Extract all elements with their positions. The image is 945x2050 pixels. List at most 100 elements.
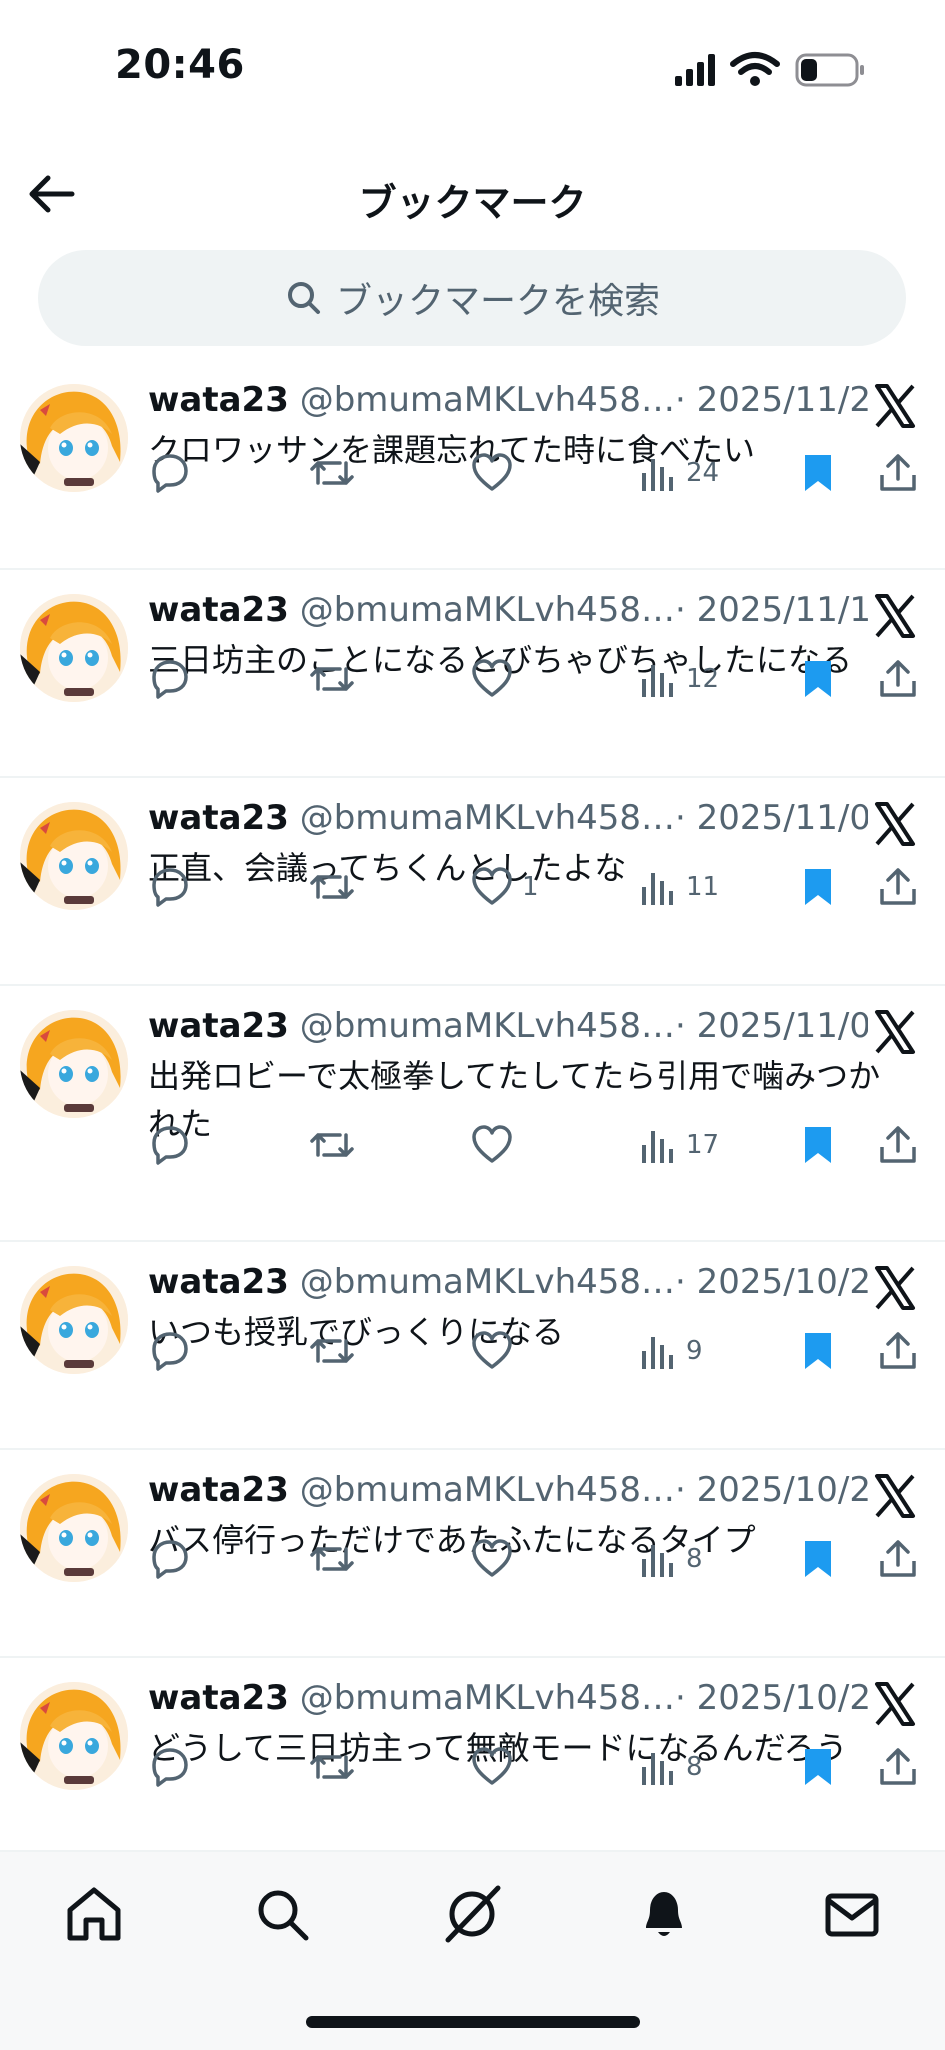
like-button[interactable]	[470, 1120, 522, 1170]
reply-button[interactable]	[148, 448, 192, 498]
display-name[interactable]: wata23	[148, 1678, 289, 1718]
tweet-actions: 24	[148, 448, 923, 498]
reply-button[interactable]	[148, 1534, 192, 1584]
tweet-item[interactable]: wata23 @bmumaMKLvh458…· 2025/11/04正直、会議っ…	[0, 778, 945, 986]
x-logo-icon	[875, 802, 915, 846]
reply-icon	[152, 1748, 188, 1787]
tweet-date: · 2025/11/01	[675, 1006, 868, 1046]
views-icon	[642, 1337, 673, 1369]
views-button[interactable]: 17	[638, 1120, 719, 1170]
avatar[interactable]	[20, 802, 128, 910]
tweet-date: · 2025/11/20	[675, 380, 868, 420]
avatar[interactable]	[20, 1010, 128, 1118]
retweet-button[interactable]	[308, 1120, 356, 1170]
bookmark-feed[interactable]: wata23 @bmumaMKLvh458…· 2025/11/20クロワッサン…	[0, 360, 945, 1850]
platform-logo	[871, 1008, 919, 1056]
nav-search[interactable]	[250, 1882, 314, 1946]
like-button[interactable]	[470, 654, 522, 704]
share-button[interactable]	[876, 448, 920, 498]
reply-button[interactable]	[148, 862, 192, 912]
avatar[interactable]	[20, 594, 128, 702]
tweet-item[interactable]: wata23 @bmumaMKLvh458…· 2025/11/01出発ロビーで…	[0, 986, 945, 1242]
display-name[interactable]: wata23	[148, 1470, 289, 1510]
display-name[interactable]: wata23	[148, 590, 289, 630]
tweet-item[interactable]: wata23 @bmumaMKLvh458…· 2025/11/20クロワッサン…	[0, 360, 945, 570]
share-button[interactable]	[876, 1742, 920, 1792]
views-button[interactable]: 11	[638, 862, 719, 912]
views-button[interactable]: 24	[638, 448, 719, 498]
messages-icon	[825, 1893, 879, 1937]
like-button[interactable]	[470, 1534, 522, 1584]
user-handle: @bmumaMKLvh458…	[299, 1678, 676, 1718]
view-count: 17	[686, 1130, 720, 1160]
share-button[interactable]	[876, 654, 920, 704]
avatar[interactable]	[20, 1682, 128, 1790]
views-button[interactable]: 8	[638, 1534, 703, 1584]
avatar[interactable]	[20, 384, 128, 492]
tweet-item[interactable]: wata23 @bmumaMKLvh458…· 2025/11/12三日坊主のこ…	[0, 570, 945, 778]
tweet-date: · 2025/10/27	[675, 1262, 868, 1302]
user-handle: @bmumaMKLvh458…	[299, 798, 676, 838]
status-bar: 20:46	[0, 0, 945, 130]
like-button[interactable]: 1	[470, 862, 539, 912]
share-button[interactable]	[876, 1326, 920, 1376]
avatar-image	[20, 594, 128, 702]
like-button[interactable]	[470, 1742, 522, 1792]
search-input[interactable]: ブックマークを検索	[38, 250, 906, 346]
views-button[interactable]: 8	[638, 1742, 703, 1792]
bookmark-button[interactable]	[798, 862, 838, 912]
display-name[interactable]: wata23	[148, 1006, 289, 1046]
retweet-button[interactable]	[308, 654, 356, 704]
bookmark-button[interactable]	[798, 654, 838, 704]
reply-button[interactable]	[148, 654, 192, 704]
retweet-button[interactable]	[308, 862, 356, 912]
like-count: 1	[522, 872, 539, 902]
views-button[interactable]: 12	[638, 654, 719, 704]
tweet-item[interactable]: wata23 @bmumaMKLvh458…· 2025/10/27いつも授乳で…	[0, 1242, 945, 1450]
tweet-date: · 2025/11/12	[675, 590, 868, 630]
retweet-button[interactable]	[308, 1326, 356, 1376]
tweet-item[interactable]: wata23 @bmumaMKLvh458…· 2025/10/27バス停行った…	[0, 1450, 945, 1658]
bookmark-button[interactable]	[798, 1120, 838, 1170]
tweet-header: wata23 @bmumaMKLvh458…· 2025/10/27	[148, 1470, 868, 1520]
reply-icon	[152, 1540, 188, 1579]
views-button[interactable]: 9	[638, 1326, 703, 1376]
share-button[interactable]	[876, 1120, 920, 1170]
reply-icon	[152, 1332, 188, 1371]
avatar[interactable]	[20, 1266, 128, 1374]
bookmark-button[interactable]	[798, 1534, 838, 1584]
nav-messages[interactable]	[820, 1882, 884, 1946]
like-button[interactable]	[470, 1326, 522, 1376]
avatar[interactable]	[20, 1474, 128, 1582]
x-logo-icon	[875, 594, 915, 638]
bookmark-button[interactable]	[798, 1742, 838, 1792]
like-button[interactable]	[470, 448, 522, 498]
nav-notifications[interactable]	[632, 1882, 696, 1946]
views-icon	[642, 1545, 673, 1577]
reply-button[interactable]	[148, 1120, 192, 1170]
nav-home[interactable]	[62, 1882, 126, 1946]
nav-grok[interactable]	[440, 1882, 504, 1946]
display-name[interactable]: wata23	[148, 798, 289, 838]
retweet-icon	[310, 1339, 354, 1363]
reply-button[interactable]	[148, 1742, 192, 1792]
reply-button[interactable]	[148, 1326, 192, 1376]
retweet-button[interactable]	[308, 1534, 356, 1584]
display-name[interactable]: wata23	[148, 1262, 289, 1302]
platform-logo	[871, 592, 919, 640]
retweet-button[interactable]	[308, 1742, 356, 1792]
share-button[interactable]	[876, 1534, 920, 1584]
tweet-item[interactable]: wata23 @bmumaMKLvh458…· 2025/10/22どうして三日…	[0, 1658, 945, 1850]
bookmark-icon	[805, 869, 831, 905]
platform-logo	[871, 800, 919, 848]
view-count: 12	[686, 664, 720, 694]
bookmark-button[interactable]	[798, 448, 838, 498]
avatar-image	[20, 384, 128, 492]
share-button[interactable]	[876, 862, 920, 912]
x-logo-icon	[875, 1010, 915, 1054]
display-name[interactable]: wata23	[148, 380, 289, 420]
retweet-button[interactable]	[308, 448, 356, 498]
avatar-image	[20, 802, 128, 910]
bookmark-button[interactable]	[798, 1326, 838, 1376]
bookmark-icon	[805, 661, 831, 697]
